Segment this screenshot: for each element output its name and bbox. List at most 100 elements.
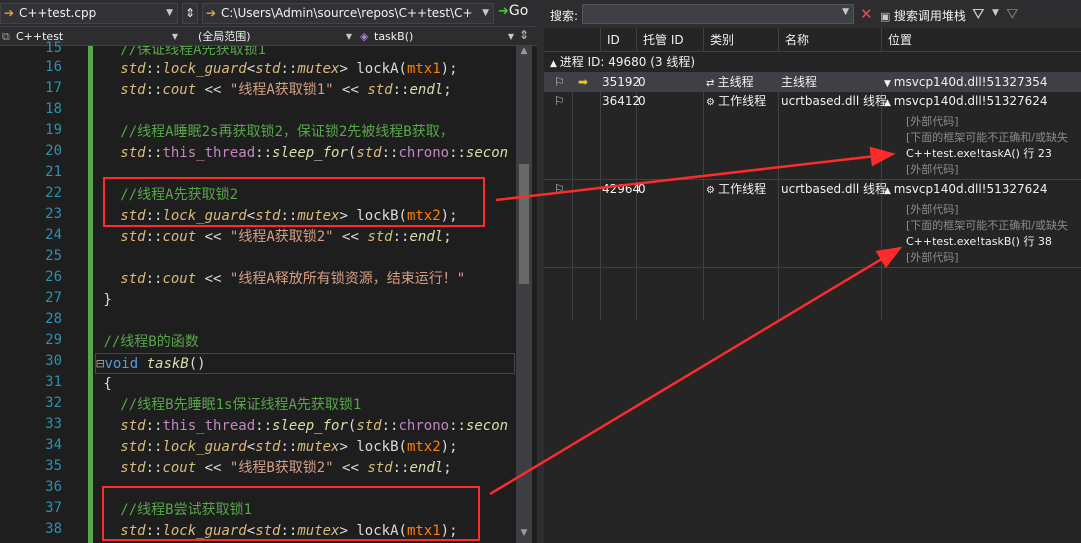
play-icon: ➜ — [498, 4, 509, 19]
managed-id: 0 — [638, 94, 646, 108]
line-number: 28 — [45, 311, 62, 327]
scrollbar-thumb[interactable] — [519, 164, 529, 284]
stack-frame[interactable]: C++test.exe!taskB() 行 38 — [906, 234, 1052, 250]
chevron-down-icon[interactable]: ▼ — [992, 8, 999, 18]
line-number-gutter: 15 16 17 18 19 20 21 22 23 24 25 26 27 2… — [0, 40, 95, 543]
stack-frame[interactable]: [下面的框架可能不正确和/或缺失 — [906, 218, 1068, 234]
line-number: 34 — [45, 437, 62, 453]
header-category[interactable]: 类别 — [703, 28, 778, 52]
filter-icon[interactable]: ⛛ — [972, 5, 985, 23]
flag-icon[interactable]: ⚐ — [554, 73, 565, 91]
header-id-label: ID — [607, 33, 620, 47]
code-line: std::cout << "线程B获取锁2" << std::endl; — [120, 460, 452, 476]
collapse-icon: ▲ — [550, 59, 560, 69]
code-line: std::lock_guard<std::mutex> lockA(mtx1); — [120, 61, 458, 77]
filter-clear-icon[interactable]: ⛛ — [1006, 5, 1019, 23]
location-cell[interactable]: ▲ msvcp140d.dll!51327624 — [884, 92, 1048, 110]
panel-splitter[interactable] — [537, 0, 544, 543]
header-managed-id-label: 托管 ID — [643, 33, 684, 47]
thread-name: 主线程 — [781, 75, 818, 89]
chevron-down-icon: ▼ — [171, 32, 178, 41]
gear-icon: ⚙ — [706, 97, 719, 108]
path-selector[interactable]: ➔ C:\Users\Admin\source\repos\C++test\C+… — [202, 3, 494, 24]
clear-search-icon[interactable]: ✕ — [860, 5, 873, 23]
split-icon[interactable]: ⇕ — [519, 28, 529, 42]
threads-grid: ▲ 进程 ID: 49680 (3 线程) ⚐ ➡ 35192 0 ⇄ 主线程 … — [544, 52, 1081, 543]
category-cell: ⇄ 主线程 — [706, 73, 754, 91]
line-number: 22 — [45, 185, 62, 201]
managed-id: 0 — [638, 182, 646, 196]
header-location-label: 位置 — [888, 33, 913, 47]
location-cell[interactable]: ▲ msvcp140d.dll!51327624 — [884, 180, 1048, 198]
category-label: 工作线程 — [718, 94, 767, 108]
current-thread-arrow-icon: ➡ — [578, 75, 589, 89]
function-dropdown[interactable]: ◈ taskB() ▼ — [358, 28, 516, 45]
scroll-up-icon[interactable]: ▲ — [516, 46, 532, 60]
stack-frame[interactable]: [外部代码] — [906, 202, 959, 218]
line-number: 19 — [45, 122, 62, 138]
line-number: 32 — [45, 395, 62, 411]
search-call-stack-toggle[interactable]: ▣ 搜索调用堆栈 — [880, 7, 966, 24]
line-number: 24 — [45, 227, 62, 243]
stack-frame[interactable]: C++test.exe!taskA() 行 23 — [906, 146, 1052, 162]
grid-line — [544, 267, 1081, 268]
threads-search-bar: 搜索: ▼ ✕ ▣ 搜索调用堆栈 ⛛ ▼ ⛛ — [544, 0, 1081, 28]
line-number: 18 — [45, 101, 62, 117]
line-number: 35 — [45, 458, 62, 474]
scroll-down-icon[interactable]: ▼ — [516, 528, 532, 542]
highlight-box-taskA — [103, 177, 485, 227]
header-category-label: 类别 — [710, 33, 735, 47]
flag-icon[interactable]: ⚐ — [554, 92, 565, 110]
thread-name: ucrtbased.dll 线程 — [781, 182, 887, 196]
go-button[interactable]: ➜Go — [498, 3, 528, 24]
category-cell: ⚙ 工作线程 — [706, 180, 766, 198]
file-selector-label: C++test.cpp — [19, 6, 97, 20]
line-number: 17 — [45, 80, 62, 96]
search-input[interactable]: ▼ — [582, 4, 854, 24]
scope-dropdown[interactable]: (全局范围) ▼ — [182, 28, 354, 45]
arrow-icon: ➔ — [4, 6, 15, 20]
category-cell: ⚙ 工作线程 — [706, 92, 766, 110]
code-line: std::lock_guard<std::mutex> lockB(mtx2); — [120, 439, 458, 455]
flag-icon[interactable]: ⚐ — [554, 180, 565, 198]
change-indicator-bar — [88, 46, 93, 543]
search-call-stack-label: 搜索调用堆栈 — [893, 9, 966, 23]
line-number: 16 — [45, 59, 62, 75]
grid-line — [703, 72, 704, 320]
chevron-down-icon: ▼ — [482, 8, 489, 18]
code-line: std::cout << "线程A释放所有锁资源，结束运行！" — [120, 271, 466, 287]
process-group-row[interactable]: ▲ 进程 ID: 49680 (3 线程) — [550, 53, 695, 71]
stack-frame[interactable]: [外部代码] — [906, 114, 959, 130]
code-line: { — [95, 376, 112, 392]
vertical-scrollbar[interactable]: ▲ ▼ — [516, 46, 532, 543]
header-location[interactable]: 位置 — [881, 28, 1081, 52]
process-label: 进程 ID: 49680 (3 线程) — [559, 55, 696, 69]
thread-id: 42964 — [602, 182, 641, 196]
location-cell[interactable]: ▼ msvcp140d.dll!51327354 — [884, 73, 1048, 91]
line-number: 20 — [45, 143, 62, 159]
chevron-up-icon: ▲ — [884, 98, 894, 108]
chevron-down-icon: ▼ — [507, 32, 514, 41]
search-label: 搜索: — [550, 9, 579, 23]
function-icon: ◈ — [360, 30, 369, 43]
header-managed-id[interactable]: 托管 ID — [636, 28, 703, 52]
code-line: //线程A睡眠2s再获取锁2，保证锁2先被线程B获取， — [120, 124, 454, 140]
line-number: 31 — [45, 374, 62, 390]
code-area[interactable]: //保证线程A先获取锁1 std::lock_guard<std::mutex>… — [95, 46, 515, 543]
file-selector[interactable]: ➔ C++test.cpp ▼ — [0, 3, 178, 24]
chevron-down-icon: ▼ — [842, 7, 849, 17]
code-line: //线程B先睡眠1s保证线程A先获取锁1 — [120, 397, 362, 413]
stack-frame[interactable]: [外部代码] — [906, 162, 959, 178]
gear-icon: ⚙ — [706, 185, 719, 196]
line-number: 36 — [45, 479, 62, 495]
code-line: ⊟void taskB() — [95, 353, 515, 374]
stack-frame[interactable]: [下面的框架可能不正确和/或缺失 — [906, 130, 1068, 146]
header-id[interactable]: ID — [600, 28, 636, 52]
header-flag[interactable] — [572, 28, 600, 52]
header-name[interactable]: 名称 — [778, 28, 881, 52]
spin-button[interactable]: ⇕ — [182, 3, 198, 24]
stack-frame[interactable]: [外部代码] — [906, 250, 959, 266]
